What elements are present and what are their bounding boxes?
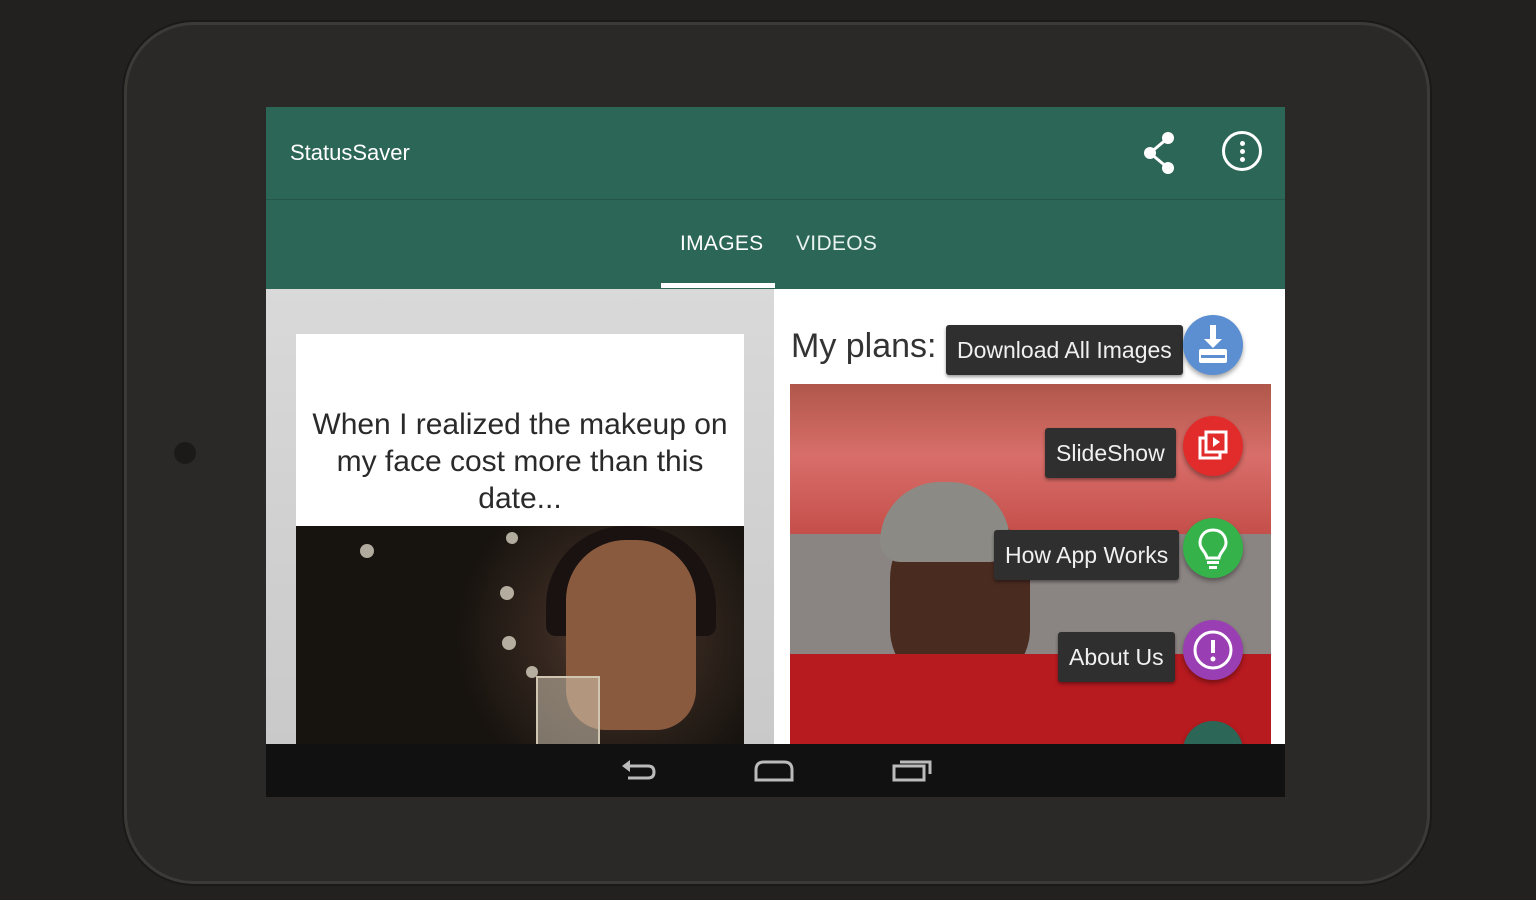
fab-label-about-us[interactable]: About Us	[1058, 632, 1175, 682]
info-icon[interactable]	[1183, 620, 1243, 680]
slideshow-icon[interactable]	[1183, 416, 1243, 476]
home-icon[interactable]	[752, 756, 796, 786]
tab-videos[interactable]: VIDEOS	[796, 232, 877, 256]
share-icon[interactable]	[1138, 129, 1182, 177]
fab-label-slideshow[interactable]: SlideShow	[1045, 428, 1176, 478]
cap-shape	[880, 482, 1010, 562]
download-icon[interactable]	[1183, 315, 1243, 375]
tab-selected-indicator	[661, 283, 775, 288]
camera-icon	[174, 442, 196, 464]
tab-bar: IMAGES VIDEOS	[266, 200, 1285, 289]
more-vert-icon[interactable]	[1222, 131, 1262, 171]
fab-label-download-all[interactable]: Download All Images	[946, 325, 1183, 375]
tab-images[interactable]: IMAGES	[680, 232, 763, 256]
app-screen: StatusSaver IMAGES VIDEOS When I realize…	[266, 107, 1285, 797]
app-bar: StatusSaver	[266, 107, 1285, 200]
back-icon[interactable]	[618, 756, 658, 786]
app-title: StatusSaver	[290, 140, 410, 165]
meme-photo	[296, 526, 744, 744]
plans-caption: My plans:	[791, 327, 937, 365]
meme-caption: When I realized the makeup on my face co…	[312, 408, 728, 515]
meme-image[interactable]: When I realized the makeup on my face co…	[296, 334, 744, 744]
system-nav-bar	[266, 744, 1285, 797]
image-card-left[interactable]: When I realized the makeup on my face co…	[266, 289, 774, 744]
image-grid: When I realized the makeup on my face co…	[266, 289, 1285, 781]
glass-shape	[536, 676, 600, 744]
recents-icon[interactable]	[890, 756, 934, 786]
lightbulb-icon[interactable]	[1183, 518, 1243, 578]
fab-label-how-app-works[interactable]: How App Works	[994, 530, 1180, 580]
